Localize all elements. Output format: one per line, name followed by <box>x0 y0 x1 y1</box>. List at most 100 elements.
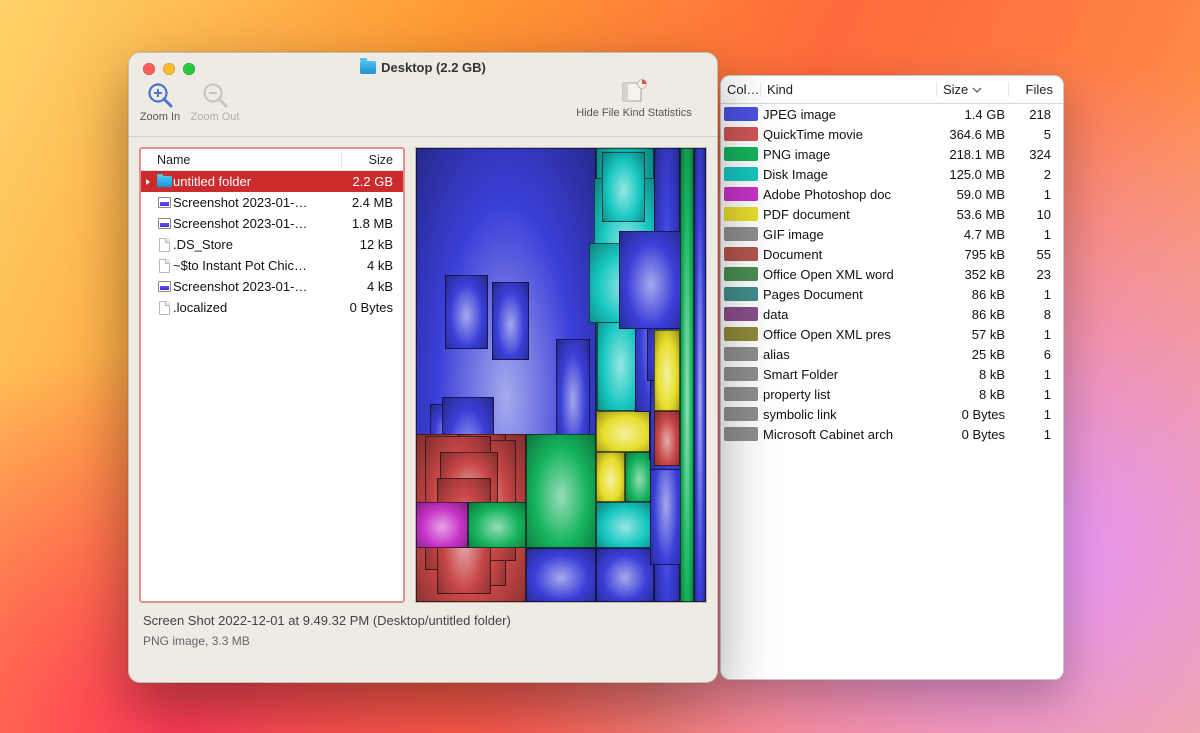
zoom-button[interactable] <box>183 63 195 75</box>
file-row[interactable]: .localized 0 Bytes <box>141 297 403 318</box>
color-swatch <box>724 267 758 281</box>
file-header: Name Size <box>141 149 403 171</box>
file-name: untitled folder <box>173 174 339 189</box>
file-row[interactable]: Screenshot 2023-01-… 1.8 MB <box>141 213 403 234</box>
stats-row[interactable]: Adobe Photoshop doc 59.0 MB 1 <box>721 184 1063 204</box>
treemap-block[interactable] <box>526 434 596 548</box>
size-cell: 125.0 MB <box>937 167 1009 182</box>
kind-cell: PNG image <box>761 147 937 162</box>
color-swatch <box>724 247 758 261</box>
hide-statistics-button[interactable]: Hide File Kind Statistics <box>559 77 709 119</box>
zoom-in-button[interactable]: Zoom In <box>135 81 185 123</box>
files-cell: 1 <box>1009 227 1063 242</box>
chart-icon <box>619 77 649 105</box>
color-swatch <box>724 207 758 221</box>
treemap-block[interactable] <box>596 548 654 602</box>
document-icon <box>159 301 170 315</box>
file-row[interactable]: .DS_Store 12 kB <box>141 234 403 255</box>
size-cell: 86 kB <box>937 307 1009 322</box>
stats-row[interactable]: alias 25 kB 6 <box>721 344 1063 364</box>
treemap-block[interactable] <box>596 502 654 547</box>
col-name[interactable]: Name <box>141 153 341 167</box>
files-cell: 5 <box>1009 127 1063 142</box>
close-button[interactable] <box>143 63 155 75</box>
treemap-block[interactable] <box>468 502 526 547</box>
kind-cell: symbolic link <box>761 407 937 422</box>
col-header-color[interactable]: Col… <box>721 82 761 97</box>
stats-row[interactable]: Microsoft Cabinet arch 0 Bytes 1 <box>721 424 1063 444</box>
treemap[interactable] <box>415 147 707 603</box>
col-header-size[interactable]: Size <box>937 82 1009 97</box>
stats-row[interactable]: property list 8 kB 1 <box>721 384 1063 404</box>
stats-row[interactable]: PNG image 218.1 MB 324 <box>721 144 1063 164</box>
kind-cell: PDF document <box>761 207 937 222</box>
statistics-header: Col… Kind Size Files <box>721 76 1063 104</box>
kind-cell: Adobe Photoshop doc <box>761 187 937 202</box>
files-cell: 10 <box>1009 207 1063 222</box>
size-cell: 86 kB <box>937 287 1009 302</box>
size-cell: 53.6 MB <box>937 207 1009 222</box>
kind-cell: data <box>761 307 937 322</box>
color-swatch <box>724 367 758 381</box>
stats-row[interactable]: Pages Document 86 kB 1 <box>721 284 1063 304</box>
image-icon <box>158 197 171 208</box>
stats-row[interactable]: symbolic link 0 Bytes 1 <box>721 404 1063 424</box>
kind-cell: Disk Image <box>761 167 937 182</box>
treemap-block[interactable] <box>416 502 468 547</box>
files-cell: 1 <box>1009 407 1063 422</box>
stats-row[interactable]: QuickTime movie 364.6 MB 5 <box>721 124 1063 144</box>
file-row[interactable]: ~$to Instant Pot Chic… 4 kB <box>141 255 403 276</box>
selected-file-path: Screen Shot 2022-12-01 at 9.49.32 PM (De… <box>143 613 703 628</box>
statistics-window: Col… Kind Size Files JPEG image 1.4 GB 2… <box>720 75 1064 680</box>
color-swatch <box>724 187 758 201</box>
file-row[interactable]: Screenshot 2023-01-… 4 kB <box>141 276 403 297</box>
treemap-block[interactable] <box>596 411 654 452</box>
size-cell: 1.4 GB <box>937 107 1009 122</box>
file-row[interactable]: Screenshot 2023-01-… 2.4 MB <box>141 192 403 213</box>
stats-row[interactable]: Disk Image 125.0 MB 2 <box>721 164 1063 184</box>
stats-row[interactable]: JPEG image 1.4 GB 218 <box>721 104 1063 124</box>
treemap-block[interactable] <box>654 330 680 412</box>
file-size: 4 kB <box>339 258 403 273</box>
col-size[interactable]: Size <box>341 153 403 167</box>
files-cell: 55 <box>1009 247 1063 262</box>
stats-row[interactable]: PDF document 53.6 MB 10 <box>721 204 1063 224</box>
stats-row[interactable]: Smart Folder 8 kB 1 <box>721 364 1063 384</box>
minimize-button[interactable] <box>163 63 175 75</box>
size-cell: 8 kB <box>937 367 1009 382</box>
main-window: Desktop (2.2 GB) Zoom In Zoom Out Hide F… <box>128 52 718 683</box>
kind-cell: property list <box>761 387 937 402</box>
files-cell: 2 <box>1009 167 1063 182</box>
kind-cell: Office Open XML pres <box>761 327 937 342</box>
files-cell: 8 <box>1009 307 1063 322</box>
document-icon <box>159 259 170 273</box>
stats-row[interactable]: GIF image 4.7 MB 1 <box>721 224 1063 244</box>
stats-row[interactable]: Office Open XML pres 57 kB 1 <box>721 324 1063 344</box>
treemap-block[interactable] <box>526 548 596 602</box>
treemap-block[interactable] <box>680 148 695 602</box>
treemap-block[interactable] <box>596 452 625 502</box>
treemap-block[interactable] <box>654 411 680 465</box>
size-cell: 57 kB <box>937 327 1009 342</box>
document-icon <box>159 238 170 252</box>
titlebar: Desktop (2.2 GB) <box>129 53 717 77</box>
color-swatch <box>724 307 758 321</box>
files-cell: 324 <box>1009 147 1063 162</box>
col-header-files[interactable]: Files <box>1009 82 1063 97</box>
status-footer: Screen Shot 2022-12-01 at 9.49.32 PM (De… <box>129 607 717 660</box>
col-header-kind[interactable]: Kind <box>761 82 937 97</box>
size-cell: 59.0 MB <box>937 187 1009 202</box>
files-cell: 1 <box>1009 367 1063 382</box>
stats-row[interactable]: data 86 kB 8 <box>721 304 1063 324</box>
size-cell: 364.6 MB <box>937 127 1009 142</box>
color-swatch <box>724 427 758 441</box>
stats-row[interactable]: Office Open XML word 352 kB 23 <box>721 264 1063 284</box>
stats-row[interactable]: Document 795 kB 55 <box>721 244 1063 264</box>
size-cell: 8 kB <box>937 387 1009 402</box>
zoom-in-icon <box>146 81 174 109</box>
kind-cell: Pages Document <box>761 287 937 302</box>
treemap-block[interactable] <box>694 148 706 602</box>
window-title: Desktop (2.2 GB) <box>381 60 486 75</box>
size-cell: 25 kB <box>937 347 1009 362</box>
file-row[interactable]: untitled folder 2.2 GB <box>141 171 403 192</box>
